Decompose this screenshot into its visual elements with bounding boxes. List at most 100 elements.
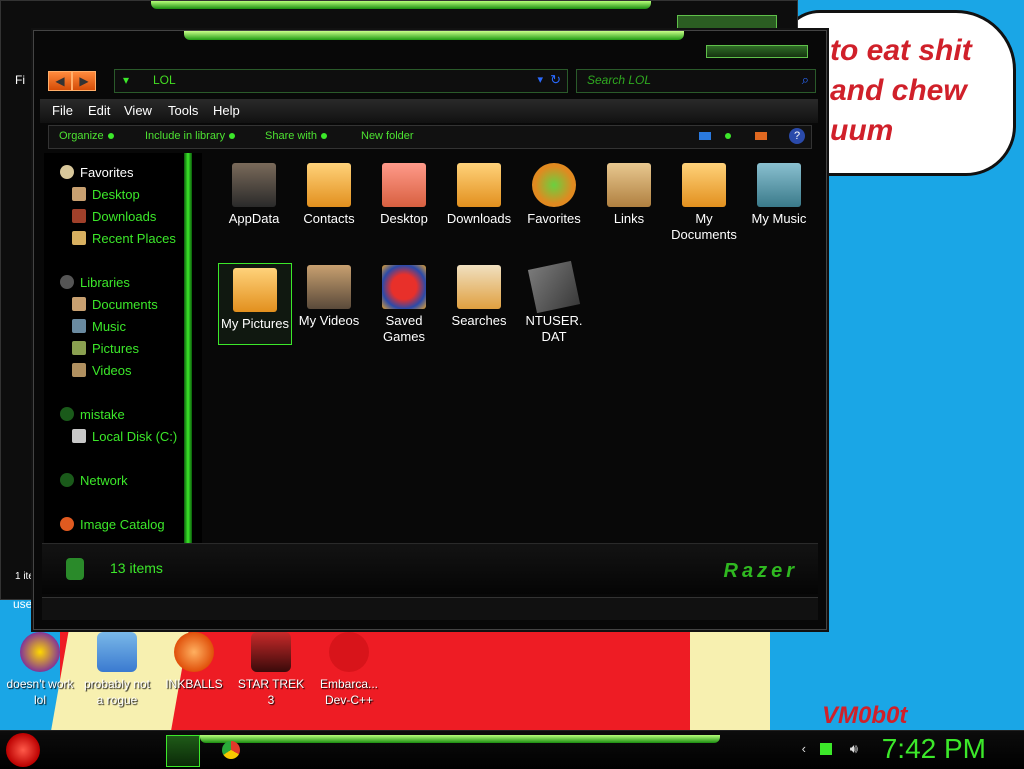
nav-music[interactable]: Music bbox=[72, 319, 126, 334]
status-bar: 13 items Razer bbox=[42, 543, 818, 594]
menu-help[interactable]: Help bbox=[213, 103, 240, 118]
downloads-folder-icon bbox=[457, 163, 501, 207]
nav-recent-places[interactable]: Recent Places bbox=[72, 231, 176, 246]
dat-file-icon bbox=[527, 260, 581, 314]
nav-computer[interactable]: mistake bbox=[60, 407, 125, 422]
desktop-icon-settings[interactable]: probably not a rogue bbox=[79, 632, 155, 708]
organize-button[interactable]: Organize bbox=[59, 130, 114, 142]
search-placeholder: Search LOL bbox=[587, 73, 652, 87]
music-icon bbox=[72, 319, 86, 333]
dropdown-arrow-icon[interactable]: ▾ bbox=[537, 73, 543, 86]
search-box[interactable]: Search LOL ⌕ bbox=[576, 69, 816, 93]
taskbar: ‹ 🔊︎ 7:42 PM bbox=[0, 730, 1024, 769]
back-button[interactable]: ◀ bbox=[48, 71, 72, 91]
view-options-icon[interactable] bbox=[699, 132, 711, 140]
preview-pane-icon[interactable] bbox=[755, 132, 767, 140]
saved-games-icon bbox=[382, 265, 426, 309]
help-icon[interactable]: ? bbox=[789, 128, 805, 144]
navigation-row: ◀ ▶ ▾ LOL ▾ ↻ Search LOL ⌕ bbox=[46, 69, 816, 93]
item-count: 13 items bbox=[110, 560, 163, 576]
window-controls[interactable] bbox=[706, 45, 808, 58]
nav-videos[interactable]: Videos bbox=[72, 363, 132, 378]
favorites-star-icon bbox=[532, 163, 576, 207]
star-icon bbox=[60, 165, 74, 179]
menu-view[interactable]: View bbox=[124, 103, 152, 118]
computer-status-icon bbox=[66, 558, 84, 580]
network-tray-icon[interactable] bbox=[820, 743, 832, 755]
inkball-icon bbox=[174, 632, 214, 672]
file-item[interactable]: Downloads bbox=[443, 163, 515, 227]
star-wars-game-icon bbox=[251, 632, 291, 672]
start-button[interactable] bbox=[6, 733, 40, 767]
show-hidden-icons-icon[interactable]: ‹ bbox=[802, 741, 806, 756]
view-dropdown-icon[interactable] bbox=[725, 133, 731, 139]
razer-logo: Razer bbox=[723, 560, 798, 582]
desktop-icon-dev-cpp[interactable]: Embarca... Dev-C++ bbox=[311, 632, 387, 708]
taskbar-explorer-button[interactable] bbox=[166, 735, 200, 767]
videos-folder-icon bbox=[307, 265, 351, 309]
navigation-scrollbar[interactable] bbox=[184, 153, 192, 543]
file-item-selected[interactable]: My Pictures bbox=[218, 263, 292, 345]
refresh-icon[interactable]: ↻ bbox=[550, 72, 561, 88]
desktop-icon bbox=[72, 187, 86, 201]
new-folder-button[interactable]: New folder bbox=[361, 130, 414, 142]
file-item[interactable]: NTUSER. DAT bbox=[518, 260, 590, 345]
file-item[interactable]: My Music bbox=[743, 163, 815, 227]
file-item[interactable]: Contacts bbox=[293, 163, 365, 227]
wallpaper-cream-panel-right bbox=[690, 620, 770, 732]
menu-file[interactable]: File bbox=[52, 103, 73, 118]
menu-tools[interactable]: Tools bbox=[168, 103, 198, 118]
desktop-folder-icon bbox=[382, 163, 426, 207]
menu-edit[interactable]: Edit bbox=[88, 103, 110, 118]
nav-libraries[interactable]: Libraries bbox=[60, 275, 130, 290]
wallpaper-watermark: VM0b0t bbox=[822, 702, 908, 729]
file-item[interactable]: Favorites bbox=[518, 163, 590, 227]
share-with-button[interactable]: Share with bbox=[265, 130, 327, 142]
music-folder-icon bbox=[757, 163, 801, 207]
file-item[interactable]: Saved Games bbox=[368, 265, 440, 345]
address-text: LOL bbox=[153, 73, 176, 87]
drive-icon bbox=[72, 429, 86, 443]
documents-folder-icon bbox=[682, 163, 726, 207]
computer-icon bbox=[60, 407, 74, 421]
image-catalog-icon bbox=[60, 517, 74, 531]
file-list: AppData Contacts Desktop Downloads Favor… bbox=[212, 153, 814, 543]
desktop-icon-inkballs[interactable]: INKBALLS bbox=[156, 632, 232, 692]
command-bar: Organize Include in library Share with N… bbox=[48, 125, 812, 149]
address-bar[interactable]: ▾ LOL ▾ ↻ bbox=[114, 69, 568, 93]
chrome-icon[interactable] bbox=[222, 741, 240, 759]
desktop-icon-star-trek[interactable]: STAR TREK 3 bbox=[233, 632, 309, 708]
bubble-text-line-1: to eat shit bbox=[830, 34, 972, 67]
forward-button[interactable]: ▶ bbox=[72, 71, 96, 91]
nav-downloads[interactable]: Downloads bbox=[72, 209, 156, 224]
desktop-icon-yahoo[interactable]: doesn't work lol bbox=[2, 632, 78, 708]
nav-pictures[interactable]: Pictures bbox=[72, 341, 139, 356]
nav-documents[interactable]: Documents bbox=[72, 297, 158, 312]
volume-icon[interactable]: 🔊︎ bbox=[850, 741, 858, 757]
file-item[interactable]: AppData bbox=[218, 163, 290, 227]
nav-favorites[interactable]: Favorites bbox=[60, 165, 133, 180]
searches-folder-icon bbox=[457, 265, 501, 309]
explorer-window[interactable]: ◀ ▶ ▾ LOL ▾ ↻ Search LOL ⌕ File Edit Vie… bbox=[33, 30, 827, 630]
file-item[interactable]: My Documents bbox=[668, 163, 740, 243]
window-controls[interactable] bbox=[677, 15, 777, 29]
libraries-icon bbox=[60, 275, 74, 289]
downloads-icon bbox=[72, 209, 86, 223]
clock[interactable]: 7:42 PM bbox=[882, 733, 986, 765]
network-icon bbox=[60, 473, 74, 487]
file-item[interactable]: Desktop bbox=[368, 163, 440, 227]
nav-network[interactable]: Network bbox=[60, 473, 128, 488]
navigation-pane: Favorites Desktop Downloads Recent Place… bbox=[44, 153, 202, 543]
nav-desktop[interactable]: Desktop bbox=[72, 187, 140, 202]
include-in-library-button[interactable]: Include in library bbox=[145, 130, 236, 142]
bg-status-fragment: 1 ite bbox=[15, 571, 34, 582]
file-item[interactable]: My Videos bbox=[293, 265, 365, 329]
documents-icon bbox=[72, 297, 86, 311]
nav-image-catalog[interactable]: Image Catalog bbox=[60, 517, 165, 532]
yahoo-messenger-icon bbox=[20, 632, 60, 672]
contacts-folder-icon bbox=[307, 163, 351, 207]
nav-local-disk[interactable]: Local Disk (C:) bbox=[72, 429, 177, 444]
file-item[interactable]: Searches bbox=[443, 265, 515, 329]
file-item[interactable]: Links bbox=[593, 163, 665, 227]
search-icon[interactable]: ⌕ bbox=[802, 72, 809, 88]
